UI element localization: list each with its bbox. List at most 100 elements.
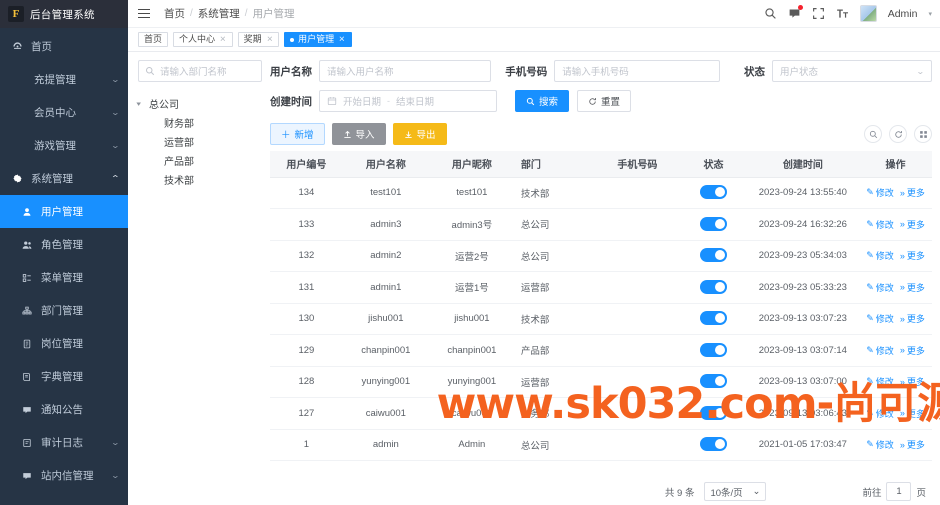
table-row[interactable]: 132 admin2 运营2号 总公司 2023-09-23 05:34:03 ✎ 修改 » 更… bbox=[270, 240, 932, 272]
sidebar-item-user-management[interactable]: 用户管理 bbox=[0, 195, 128, 228]
status-toggle[interactable] bbox=[699, 342, 727, 357]
status-toggle[interactable] bbox=[699, 279, 727, 294]
status-toggle[interactable] bbox=[699, 437, 727, 452]
edit-link[interactable]: ✎ 修改 bbox=[866, 281, 894, 294]
column-settings-icon[interactable] bbox=[914, 125, 932, 143]
status-toggle[interactable] bbox=[699, 374, 727, 389]
more-link[interactable]: » 更多 bbox=[900, 438, 925, 451]
more-link[interactable]: » 更多 bbox=[900, 375, 925, 388]
search-button[interactable]: 搜索 bbox=[515, 90, 570, 112]
dept-search-input[interactable]: 请输入部门名称 bbox=[138, 60, 262, 82]
user-name-input[interactable]: 请输入用户名称 bbox=[319, 60, 491, 82]
column-header-nick[interactable]: 用户昵称 bbox=[428, 151, 515, 178]
table-row[interactable]: 128 yunying001 yunying001 运营部 2023-09-13 03:… bbox=[270, 366, 932, 398]
column-header-dept[interactable]: 部门 bbox=[514, 151, 595, 178]
search-icon[interactable] bbox=[764, 7, 777, 20]
column-header-status[interactable]: 状态 bbox=[680, 151, 747, 178]
close-icon[interactable]: ✕ bbox=[266, 33, 272, 46]
more-link[interactable]: » 更多 bbox=[900, 281, 925, 294]
page-size-select[interactable]: 10条/页 ⌄ bbox=[704, 482, 767, 501]
more-link[interactable]: » 更多 bbox=[900, 344, 925, 357]
table-row[interactable]: 133 admin3 admin3号 总公司 2023-09-24 16:32:26 ✎ 修… bbox=[270, 208, 932, 241]
sidebar-item-dictionary-management[interactable]: 字典管理 bbox=[0, 360, 128, 393]
page-number-input[interactable]: 1 bbox=[886, 482, 912, 501]
tree-node-root[interactable]: ▾ 总公司 bbox=[136, 94, 262, 113]
sidebar-item-label: 审计日志 bbox=[41, 437, 83, 449]
sidebar-item-role-management[interactable]: 角色管理 bbox=[0, 228, 128, 261]
column-header-name[interactable]: 用户名称 bbox=[342, 151, 429, 178]
sidebar-item-menu-management[interactable]: 菜单管理 bbox=[0, 261, 128, 294]
breadcrumb-item[interactable]: 系统管理 bbox=[198, 6, 240, 21]
table-row[interactable]: 127 caiwu001 caiwu001 财务部 2023-09-13 03:06:4… bbox=[270, 397, 932, 430]
chat-icon[interactable] bbox=[788, 5, 803, 20]
sidebar-item-system-management[interactable]: 系统管理 ⌃ bbox=[0, 162, 128, 195]
sidebar-item-department-management[interactable]: 部门管理 bbox=[0, 294, 128, 327]
column-header-phone[interactable]: 手机号码 bbox=[594, 151, 681, 178]
sidebar-item-notice[interactable]: 通知公告 bbox=[0, 393, 128, 426]
edit-link[interactable]: ✎ 修改 bbox=[866, 312, 894, 325]
more-link[interactable]: » 更多 bbox=[900, 407, 925, 420]
close-icon[interactable]: ✕ bbox=[339, 33, 345, 46]
sidebar-item-home[interactable]: 首页 bbox=[0, 30, 128, 63]
table-row[interactable]: 1 admin Admin 总公司 2021-01-05 17:03:47 ✎ 修改 » 更多 bbox=[270, 429, 932, 461]
chevron-down-icon[interactable]: ▾ bbox=[928, 10, 932, 18]
breadcrumb-item[interactable]: 首页 bbox=[164, 6, 185, 21]
tree-node-tech[interactable]: 技术部 bbox=[138, 170, 262, 189]
status-toggle[interactable] bbox=[699, 405, 727, 420]
edit-link[interactable]: ✎ 修改 bbox=[866, 344, 894, 357]
tab-home[interactable]: 首页 bbox=[138, 32, 169, 47]
edit-link[interactable]: ✎ 修改 bbox=[866, 438, 894, 451]
edit-link[interactable]: ✎ 修改 bbox=[866, 218, 894, 231]
tree-node-finance[interactable]: 财务部 bbox=[138, 113, 262, 132]
table-row[interactable]: 134 test101 test101 技术部 2023-09-24 13:55:40 ✎… bbox=[270, 177, 932, 209]
add-button[interactable]: ＋ 新增 bbox=[270, 123, 325, 145]
chevron-down-icon[interactable]: ▾ bbox=[136, 100, 150, 108]
column-header-id[interactable]: 用户编号 bbox=[270, 151, 343, 178]
table-row[interactable]: 131 admin1 运营1号 运营部 2023-09-23 05:33:23 ✎ 修改 » 更… bbox=[270, 271, 932, 304]
menu-list-icon bbox=[20, 273, 34, 283]
sidebar-item-game-management[interactable]: 游戏管理 ⌄ bbox=[0, 129, 128, 162]
sidebar-collapse-icon[interactable] bbox=[138, 8, 150, 19]
sidebar-item-member-center[interactable]: 会员中心 ⌄ bbox=[0, 96, 128, 129]
sidebar-item-post-management[interactable]: 岗位管理 bbox=[0, 327, 128, 360]
refresh-icon[interactable] bbox=[889, 125, 907, 143]
edit-link[interactable]: ✎ 修改 bbox=[866, 186, 894, 199]
phone-input[interactable]: 请输入手机号码 bbox=[554, 60, 721, 82]
tree-node-operations[interactable]: 运营部 bbox=[138, 132, 262, 151]
sidebar-item-internal-message[interactable]: 站内信管理 ⌄ bbox=[0, 459, 128, 492]
table-row[interactable]: 129 chanpin001 chanpin001 产品部 2023-09-13 03:… bbox=[270, 334, 932, 367]
status-toggle[interactable] bbox=[699, 185, 727, 200]
status-toggle[interactable] bbox=[699, 248, 727, 263]
tree-node-label: 技术部 bbox=[164, 176, 194, 187]
avatar[interactable] bbox=[859, 5, 877, 22]
edit-link[interactable]: ✎ 修改 bbox=[866, 249, 894, 262]
tab-user-management[interactable]: 用户管理 ✕ bbox=[284, 32, 352, 47]
tree-node-product[interactable]: 产品部 bbox=[138, 151, 262, 170]
edit-link[interactable]: ✎ 修改 bbox=[866, 375, 894, 388]
date-range-input[interactable]: 开始日期 - 结束日期 bbox=[319, 90, 497, 112]
tab-lottery-period[interactable]: 奖期 ✕ bbox=[237, 32, 280, 47]
more-link[interactable]: » 更多 bbox=[900, 218, 925, 231]
export-button[interactable]: 导出 bbox=[392, 123, 447, 145]
column-header-created[interactable]: 创建时间 bbox=[746, 151, 860, 178]
more-link[interactable]: » 更多 bbox=[900, 249, 925, 262]
chevron-down-icon: ⌄ bbox=[110, 75, 121, 84]
edit-link[interactable]: ✎ 修改 bbox=[866, 407, 894, 420]
fullscreen-icon[interactable] bbox=[812, 7, 825, 20]
cell-user-nick: caiwu001 bbox=[428, 397, 515, 430]
status-toggle[interactable] bbox=[699, 216, 727, 231]
more-link[interactable]: » 更多 bbox=[900, 186, 925, 199]
sidebar-item-recharge[interactable]: 充提管理 ⌄ bbox=[0, 63, 128, 96]
search-toggle-icon[interactable] bbox=[864, 125, 882, 143]
sidebar-item-audit-log[interactable]: 审计日志 ⌄ bbox=[0, 426, 128, 459]
status-select[interactable]: 用户状态 ⌄ bbox=[772, 60, 932, 82]
import-button[interactable]: 导入 bbox=[331, 123, 386, 145]
font-size-icon[interactable] bbox=[836, 7, 849, 20]
brand-logo[interactable]: F 后台管理系统 bbox=[0, 0, 128, 28]
table-row[interactable]: 130 jishu001 jishu001 技术部 2023-09-13 03:07:2… bbox=[270, 303, 932, 335]
close-icon[interactable]: ✕ bbox=[220, 33, 226, 46]
tab-personal-center[interactable]: 个人中心 ✕ bbox=[173, 32, 233, 47]
reset-button[interactable]: 重置 bbox=[577, 90, 632, 112]
more-link[interactable]: » 更多 bbox=[900, 312, 925, 325]
status-toggle[interactable] bbox=[699, 311, 727, 326]
